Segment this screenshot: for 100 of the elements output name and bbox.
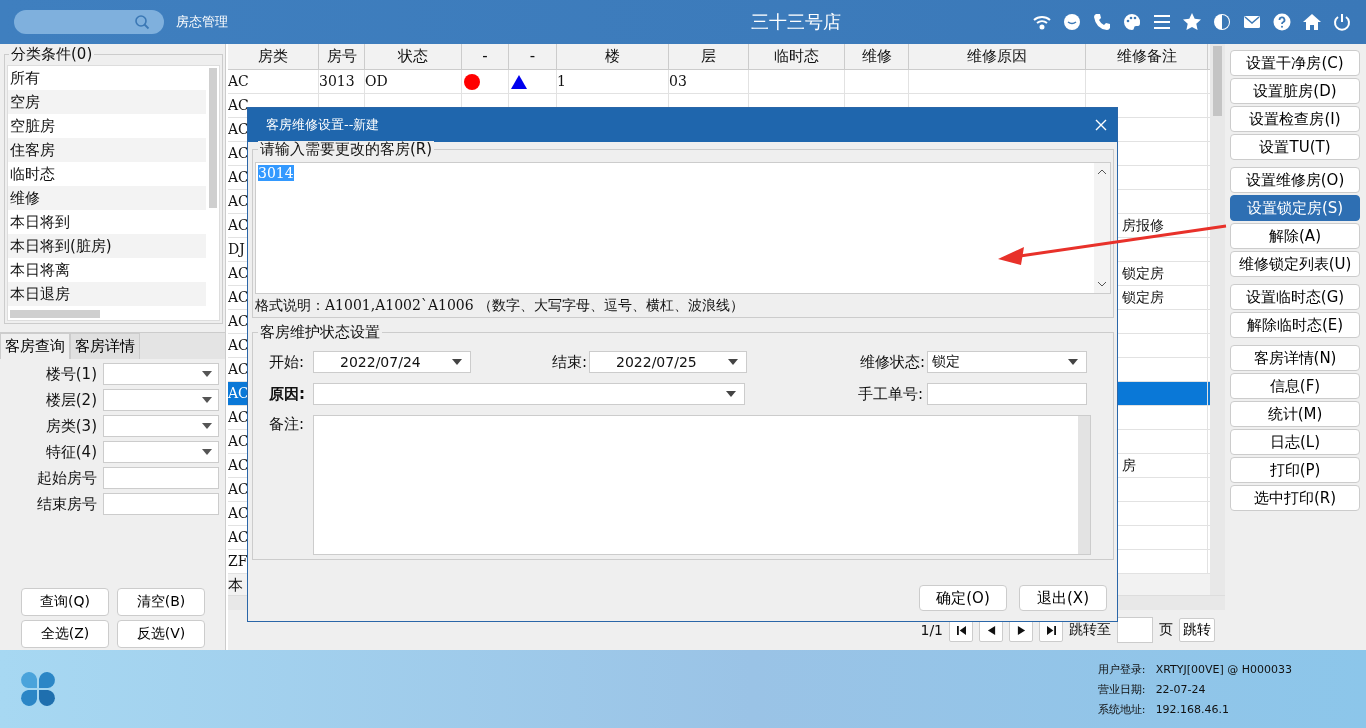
action-button[interactable]: 统计(M) bbox=[1230, 401, 1360, 427]
column-header[interactable]: 房号 bbox=[319, 44, 365, 69]
star-icon[interactable] bbox=[1182, 12, 1202, 32]
last-page-icon bbox=[1046, 625, 1056, 635]
palette-icon[interactable] bbox=[1122, 12, 1142, 32]
column-header[interactable]: 楼 bbox=[557, 44, 669, 69]
action-button[interactable]: 设置脏房(D) bbox=[1230, 78, 1360, 104]
category-item[interactable]: 维修 bbox=[8, 186, 206, 210]
info-label: 用户登录: bbox=[1097, 661, 1147, 677]
dialog-button[interactable]: 确定(O) bbox=[919, 585, 1007, 611]
scrollbar[interactable] bbox=[1094, 163, 1110, 293]
tab[interactable]: 客房查询 bbox=[0, 333, 70, 359]
contrast-icon[interactable] bbox=[1212, 12, 1232, 32]
field-label: 结束房号 bbox=[37, 494, 97, 514]
column-header[interactable]: - bbox=[462, 44, 509, 69]
info-value: 192.168.46.1 bbox=[1155, 702, 1230, 716]
input-field[interactable] bbox=[103, 467, 219, 489]
table-cell-text: AC bbox=[228, 408, 249, 427]
action-button[interactable]: 设置锁定房(S) bbox=[1230, 195, 1360, 221]
action-button[interactable]: 设置检查房(I) bbox=[1230, 106, 1360, 132]
category-item[interactable]: 本日将到(脏房) bbox=[8, 234, 206, 258]
action-button[interactable]: 解除(A) bbox=[1230, 223, 1360, 249]
action-button[interactable]: 查询(Q) bbox=[21, 588, 109, 616]
scrollbar[interactable] bbox=[10, 310, 100, 318]
tab[interactable]: 客房详情 bbox=[70, 333, 140, 359]
action-button[interactable]: 设置维修房(O) bbox=[1230, 167, 1360, 193]
table-cell-text: 03 bbox=[669, 72, 687, 91]
scrollbar[interactable] bbox=[1210, 44, 1225, 596]
caret-icon bbox=[202, 449, 212, 455]
action-button[interactable]: 设置临时态(G) bbox=[1230, 284, 1360, 310]
table-cell-text: AC bbox=[228, 72, 249, 91]
first-page-icon bbox=[956, 625, 966, 635]
action-button[interactable]: 设置TU(T) bbox=[1230, 134, 1360, 160]
column-header[interactable]: - bbox=[509, 44, 557, 69]
action-button[interactable]: 信息(F) bbox=[1230, 373, 1360, 399]
status-dropdown[interactable]: 锁定 bbox=[927, 351, 1087, 373]
action-button[interactable]: 维修锁定列表(U) bbox=[1230, 251, 1360, 277]
action-button[interactable]: 设置干净房(C) bbox=[1230, 50, 1360, 76]
table-cell-text: AC bbox=[228, 264, 249, 283]
column-header[interactable]: 临时态 bbox=[749, 44, 845, 69]
column-header[interactable]: 房类 bbox=[228, 44, 319, 69]
category-item[interactable]: 空房 bbox=[8, 90, 206, 114]
home-icon[interactable] bbox=[1302, 12, 1322, 32]
category-item[interactable]: 本日将到 bbox=[8, 210, 206, 234]
menu-icon[interactable] bbox=[1152, 12, 1172, 32]
action-button[interactable]: 解除临时态(E) bbox=[1230, 312, 1360, 338]
page-input[interactable] bbox=[1117, 617, 1153, 644]
caret-icon bbox=[452, 359, 462, 365]
help-icon[interactable] bbox=[1272, 12, 1292, 32]
table-cell-text: AC bbox=[228, 336, 249, 355]
input-field[interactable] bbox=[103, 493, 219, 515]
field-label: 备注: bbox=[268, 415, 306, 434]
action-button[interactable]: 日志(L) bbox=[1230, 429, 1360, 455]
selected-text: 3014 bbox=[258, 165, 294, 181]
action-button[interactable]: 选中打印(R) bbox=[1230, 485, 1360, 511]
category-item[interactable]: 住客房 bbox=[8, 138, 206, 162]
category-item[interactable]: 所有 bbox=[8, 66, 206, 90]
info-label: 营业日期: bbox=[1097, 681, 1147, 697]
caret-icon bbox=[728, 359, 738, 365]
table-cell-text: 锁定房 bbox=[1122, 264, 1164, 283]
table-cell-text: AC bbox=[228, 312, 249, 331]
category-item[interactable]: 临时态 bbox=[8, 162, 206, 186]
column-header[interactable]: 维修备注 bbox=[1086, 44, 1208, 69]
action-button[interactable]: 打印(P) bbox=[1230, 457, 1360, 483]
power-icon[interactable] bbox=[1332, 12, 1352, 32]
date-dropdown[interactable]: 2022/07/25 bbox=[589, 351, 747, 373]
close-icon[interactable] bbox=[1095, 119, 1107, 131]
field-label: 楼号(1) bbox=[45, 364, 97, 384]
table-cell-text: AC bbox=[228, 504, 249, 523]
action-button[interactable]: 清空(B) bbox=[117, 588, 205, 616]
dialog-button[interactable]: 退出(X) bbox=[1019, 585, 1107, 611]
info-value: XRTYJ[00VE] @ H000033 bbox=[1155, 662, 1292, 676]
group-legend: 请输入需要更改的客房(R) bbox=[258, 141, 435, 157]
table-cell-text: AC bbox=[228, 288, 249, 307]
column-header[interactable]: 维修原因 bbox=[909, 44, 1086, 69]
table-row[interactable]: AC 3013 OD 1 03 bbox=[228, 70, 1210, 94]
input-field[interactable] bbox=[927, 383, 1087, 405]
scrollbar[interactable] bbox=[209, 68, 217, 208]
column-header[interactable]: 状态 bbox=[365, 44, 462, 69]
category-item[interactable]: 本日退房 bbox=[8, 282, 206, 306]
chat-icon[interactable] bbox=[1062, 12, 1082, 32]
action-button[interactable]: 客房详情(N) bbox=[1230, 345, 1360, 371]
jump-label: 跳转至 bbox=[1069, 621, 1111, 640]
field-label: 维修状态: bbox=[858, 352, 925, 372]
table-cell-text: OD bbox=[365, 72, 388, 91]
category-item[interactable]: 本日将离 bbox=[8, 258, 206, 282]
action-button[interactable]: 反选(V) bbox=[117, 620, 205, 648]
category-item[interactable]: 空脏房 bbox=[8, 114, 206, 138]
action-button[interactable]: 全选(Z) bbox=[21, 620, 109, 648]
column-header[interactable]: 层 bbox=[669, 44, 749, 69]
table-cell-text: AC bbox=[228, 192, 249, 211]
column-header[interactable]: 维修 bbox=[845, 44, 909, 69]
date-dropdown[interactable]: 2022/07/24 bbox=[313, 351, 471, 373]
phone-icon[interactable] bbox=[1092, 12, 1112, 32]
format-hint: 格式说明：A1001,A1002`A1006 （数字、大写字母、逗号、横杠、波浪线） bbox=[255, 297, 746, 315]
scrollbar[interactable] bbox=[1078, 416, 1090, 554]
search-field[interactable] bbox=[14, 10, 164, 34]
field-label: 结束: bbox=[550, 352, 588, 372]
next-page-icon bbox=[1016, 625, 1026, 635]
jump-button[interactable]: 跳转 bbox=[1179, 618, 1215, 643]
